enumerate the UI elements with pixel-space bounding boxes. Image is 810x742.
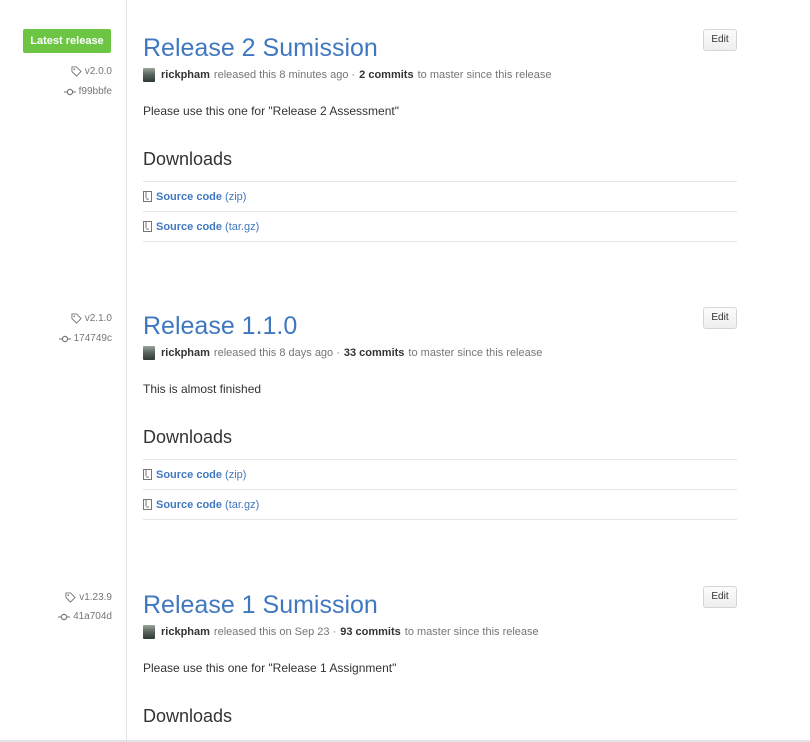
commits-link[interactable]: 93 commits [340, 626, 401, 638]
commits-suffix: to master since this release [417, 69, 552, 81]
tag-icon [65, 592, 76, 603]
commits-link[interactable]: 2 commits [359, 69, 413, 81]
release-tag[interactable]: v1.23.9 [65, 592, 112, 603]
release-commit[interactable]: 174749c [58, 333, 112, 344]
download-row[interactable]: Source code (zip) [143, 459, 737, 489]
released-text: released this on Sep 23 · [213, 626, 337, 638]
edit-button[interactable]: Edit [703, 29, 737, 51]
git-commit-icon [58, 335, 71, 342]
release-byline: rickpham released this 8 minutes ago · 2… [143, 68, 551, 82]
released-text: released this 8 days ago · [213, 347, 340, 359]
author-link[interactable]: rickpham [161, 347, 210, 359]
asset-name[interactable]: Source code [156, 469, 222, 481]
file-zip-icon [143, 221, 152, 232]
avatar[interactable] [143, 346, 155, 360]
release-tag[interactable]: v2.0.0 [71, 66, 112, 77]
asset-name[interactable]: Source code [156, 499, 222, 511]
release-title[interactable]: Release 2 Sumission [143, 31, 378, 65]
release-title[interactable]: Release 1.1.0 [143, 309, 297, 343]
downloads-heading: Downloads [143, 149, 233, 169]
download-row[interactable]: Source code (tar.gz) [143, 211, 737, 242]
timeline-divider [126, 0, 127, 742]
release-description: Please use this one for "Release 1 Assig… [143, 661, 397, 675]
commits-suffix: to master since this release [404, 626, 539, 638]
commits-suffix: to master since this release [408, 347, 543, 359]
release-commit[interactable]: 41a704d [58, 611, 112, 622]
download-row[interactable]: Source code (zip) [143, 181, 737, 211]
release-description: This is almost finished [143, 382, 262, 396]
asset-ext[interactable]: (zip) [225, 191, 246, 203]
commit-sha: 41a704d [73, 611, 112, 622]
release-title[interactable]: Release 1 Sumission [143, 588, 378, 622]
commits-link[interactable]: 33 commits [344, 347, 405, 359]
tag-icon [71, 66, 82, 77]
commit-sha: f99bbfe [78, 86, 112, 97]
tag-label: v2.0.0 [84, 66, 112, 77]
asset-ext[interactable]: (tar.gz) [225, 499, 259, 511]
file-zip-icon [143, 191, 152, 202]
asset-ext[interactable]: (tar.gz) [225, 221, 259, 233]
tag-label: v2.1.0 [84, 313, 112, 324]
released-text: released this 8 minutes ago · [213, 69, 356, 81]
downloads-heading: Downloads [143, 427, 233, 447]
download-row[interactable]: Source code (tar.gz) [143, 489, 737, 520]
asset-name[interactable]: Source code [156, 221, 222, 233]
edit-button[interactable]: Edit [703, 307, 737, 329]
release-description: Please use this one for "Release 2 Asses… [143, 104, 399, 118]
release-byline: rickpham released this 8 days ago · 33 c… [143, 346, 542, 360]
release-byline: rickpham released this on Sep 23 · 93 co… [143, 625, 539, 639]
latest-release-badge[interactable]: Latest release [23, 29, 111, 53]
release-tag[interactable]: v2.1.0 [71, 313, 112, 324]
asset-ext[interactable]: (zip) [225, 469, 246, 481]
tag-icon [71, 313, 82, 324]
asset-name[interactable]: Source code [156, 191, 222, 203]
git-commit-icon [63, 88, 76, 95]
releases-page: Latest release v2.0.0 f99bbfe Release 2 … [0, 0, 810, 742]
file-zip-icon [143, 499, 152, 510]
file-zip-icon [143, 469, 152, 480]
tag-label: v1.23.9 [79, 592, 112, 603]
edit-button[interactable]: Edit [703, 586, 737, 608]
commit-sha: 174749c [73, 333, 112, 344]
release-commit[interactable]: f99bbfe [63, 86, 112, 97]
downloads-heading: Downloads [143, 706, 233, 726]
git-commit-icon [58, 613, 71, 620]
avatar[interactable] [143, 625, 155, 639]
author-link[interactable]: rickpham [161, 626, 210, 638]
author-link[interactable]: rickpham [161, 69, 210, 81]
avatar[interactable] [143, 68, 155, 82]
